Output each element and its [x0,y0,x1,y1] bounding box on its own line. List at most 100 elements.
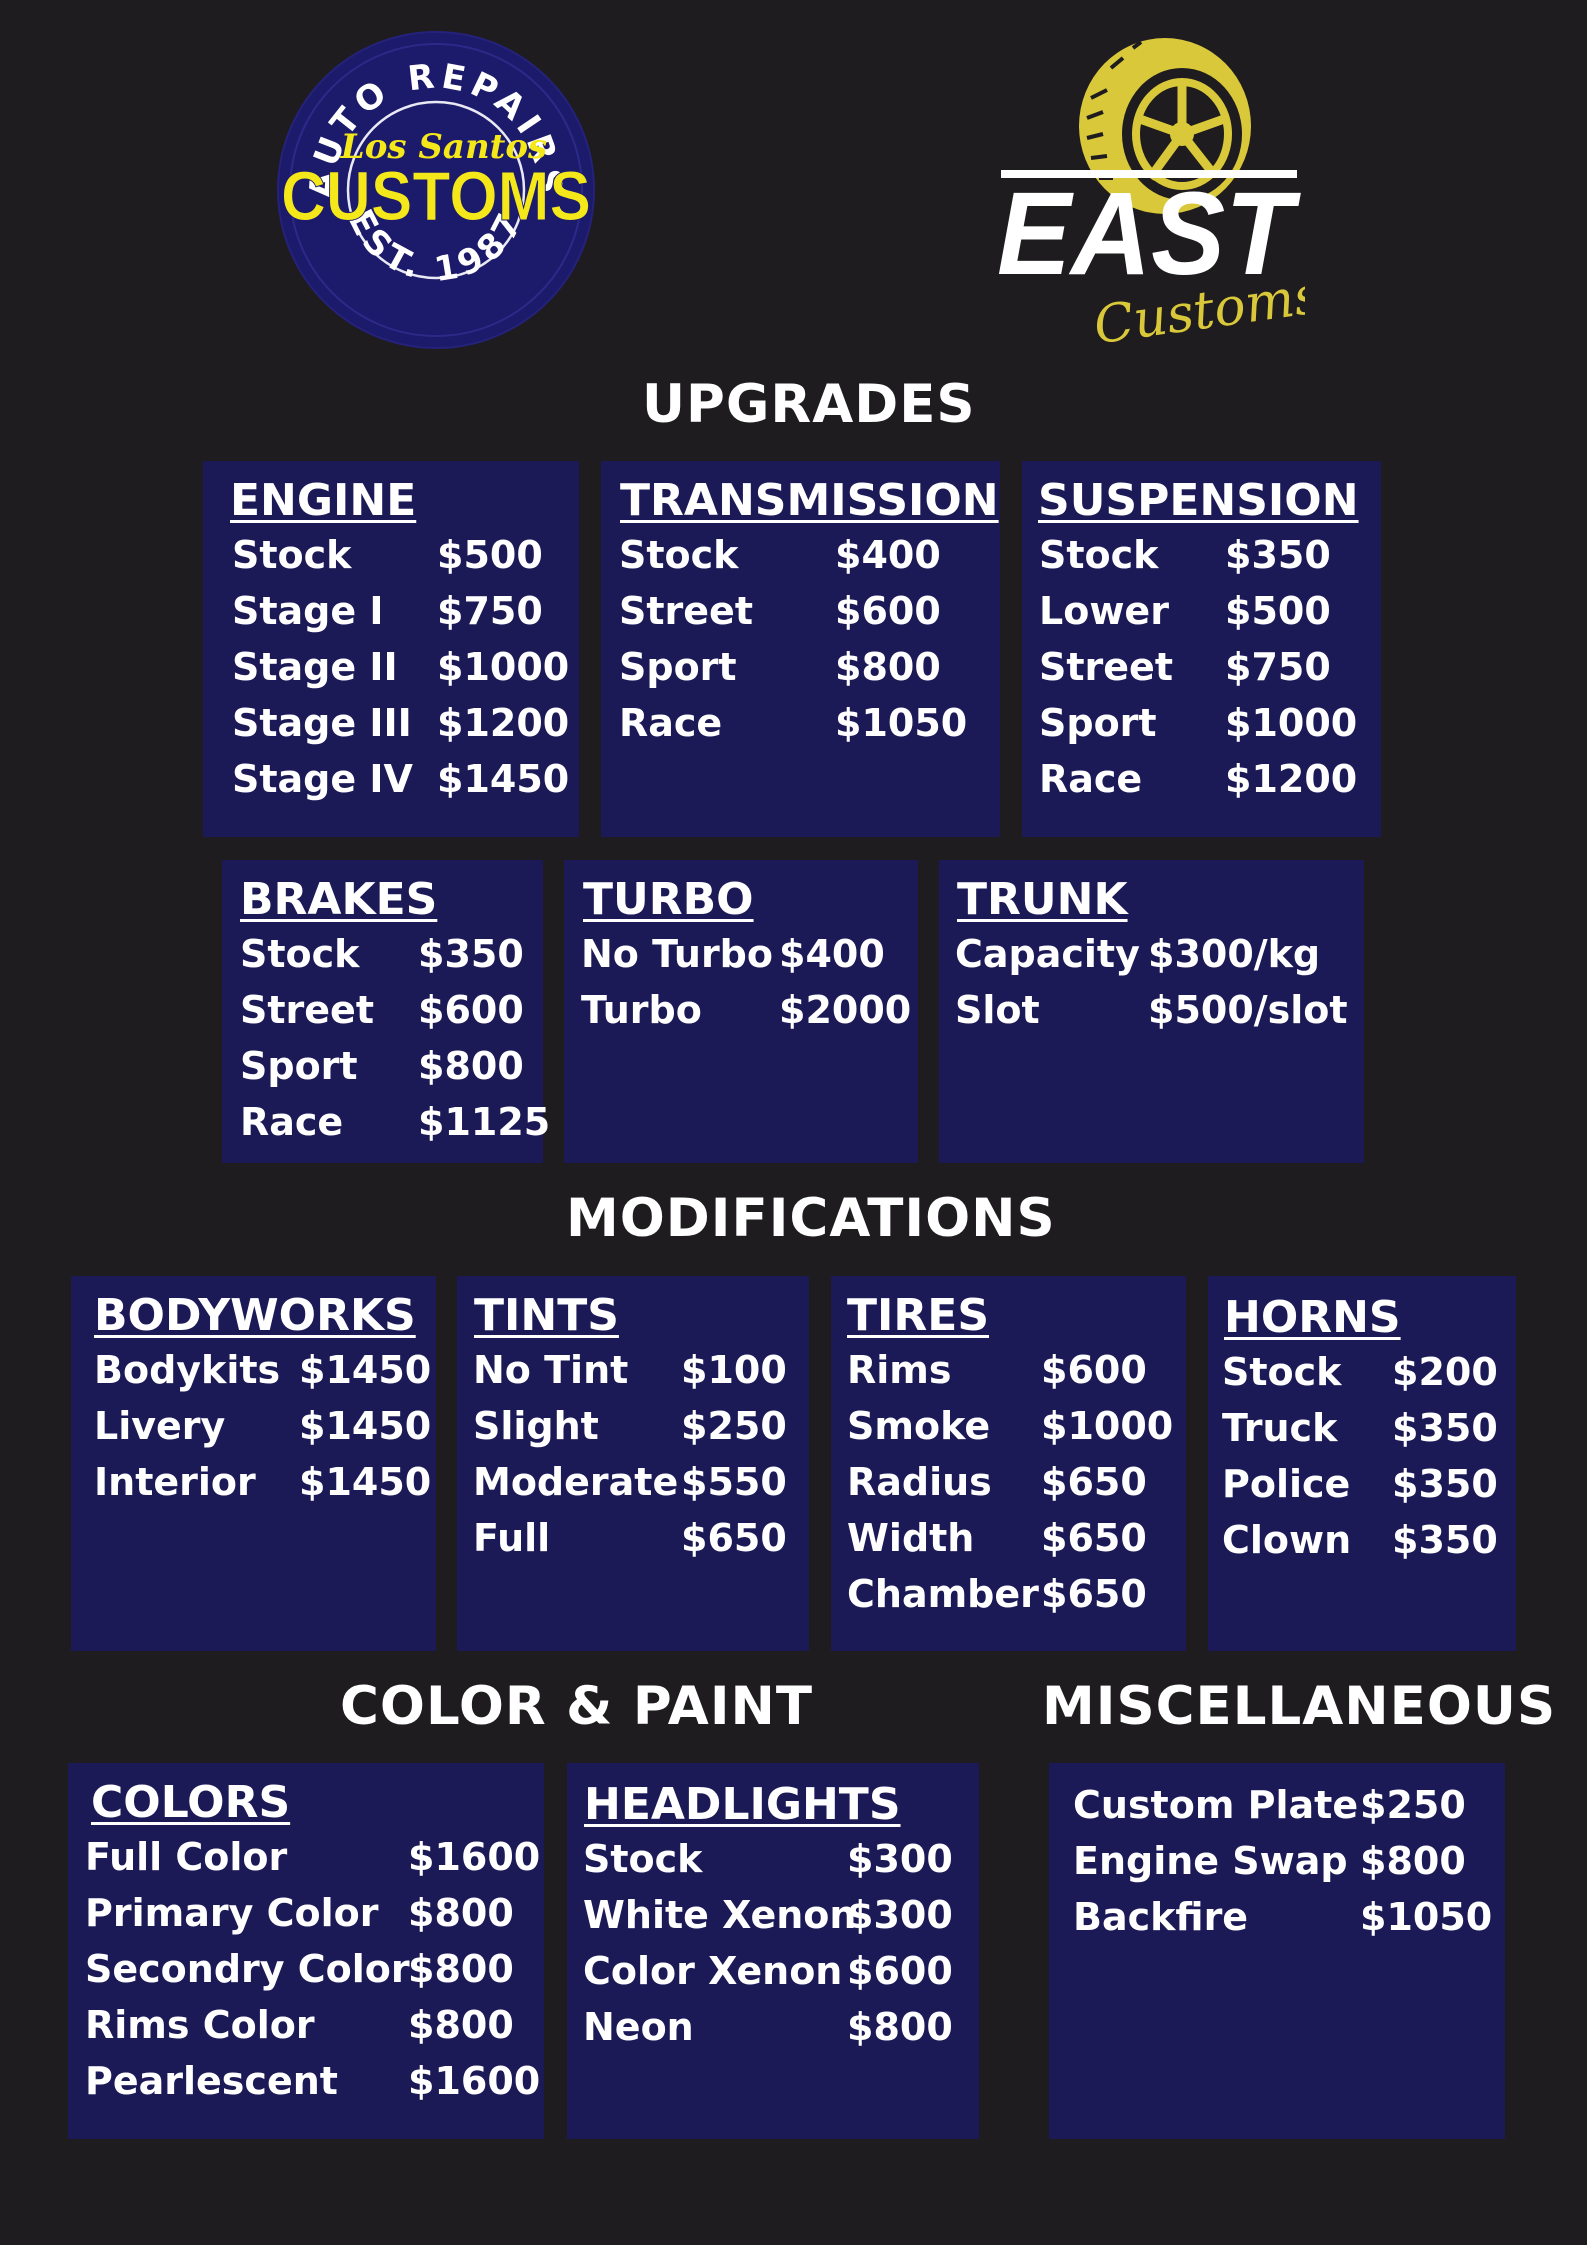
item-price: $200 [1392,1350,1498,1394]
item-price: $750 [437,589,543,633]
list-item: Sport $1000 [1022,701,1381,757]
item-label: Stock [583,1837,703,1881]
panel-title-bodyworks: BODYWORKS [94,1290,416,1341]
item-price: $650 [681,1516,787,1560]
item-price: $300/kg [1148,932,1321,976]
list-item: Stage I $750 [203,589,579,645]
list-item: Stock $300 [567,1837,979,1893]
item-price: $800 [408,2003,514,2047]
item-price: $800 [1360,1839,1466,1883]
panel-turbo: TURBO No Turbo $400 Turbo $2000 [564,860,918,1163]
item-label: Stage II [232,645,398,689]
item-price: $600 [1041,1348,1147,1392]
list-item: Engine Swap $800 [1049,1839,1505,1895]
item-label: Slight [473,1404,599,1448]
list-item: Stage IV $1450 [203,757,579,813]
item-label: Primary Color [85,1891,379,1935]
section-heading-miscellaneous: MISCELLANEOUS [1042,1676,1557,1737]
list-item: Race $1200 [1022,757,1381,813]
list-item: Stock $500 [203,533,579,589]
item-price: $1450 [299,1404,432,1448]
list-item: Turbo $2000 [564,988,918,1044]
list-item: Clown $350 [1208,1518,1516,1574]
panel-title-transmission: TRANSMISSION [620,475,999,526]
item-price: $800 [847,2005,953,2049]
east-customs-logo: EAST Customs [995,38,1325,356]
panel-tints: TINTS No Tint $100 Slight $250 Moderate $55… [457,1276,809,1651]
item-label: Interior [94,1460,256,1504]
item-label: Chamber [847,1572,1039,1616]
item-label: Race [240,1100,344,1144]
item-label: Neon [583,2005,694,2049]
item-label: Slot [955,988,1040,1032]
list-item: Slot $500/slot [939,988,1364,1044]
item-price: $300 [847,1893,953,1937]
list-item: White Xenon $300 [567,1893,979,1949]
item-label: Truck [1222,1406,1338,1450]
list-item: Bodykits $1450 [71,1348,436,1404]
list-item: Race $1125 [222,1100,550,1156]
item-label: Pearlescent [85,2059,338,2103]
list-item: Backfire $1050 [1049,1895,1505,1951]
item-price: $1450 [437,757,570,801]
panel-title-brakes: BRAKES [240,874,438,925]
item-price: $800 [408,1891,514,1935]
item-price: $800 [835,645,941,689]
item-label: Width [847,1516,975,1560]
list-item: Stock $350 [1022,533,1381,589]
list-item: Sport $800 [222,1044,543,1100]
item-label: Street [1039,645,1173,689]
item-label: Smoke [847,1404,991,1448]
item-label: Stock [619,533,739,577]
item-price: $500/slot [1148,988,1348,1032]
panel-title-colors: COLORS [91,1777,291,1828]
item-price: $600 [847,1949,953,1993]
item-label: No Tint [473,1348,629,1392]
item-label: Custom Plate [1073,1783,1359,1827]
panel-suspension: SUSPENSION Stock $350 Lower $500 Street $75… [1022,461,1381,837]
list-item: Capacity $300/kg [939,932,1364,988]
item-price: $750 [1225,645,1331,689]
panel-headlights: HEADLIGHTS Stock $300 White Xenon $300 Col… [567,1763,979,2139]
item-price: $1000 [437,645,570,689]
item-price: $350 [1392,1406,1498,1450]
list-item: Custom Plate $250 [1049,1783,1505,1839]
item-label: Clown [1222,1518,1352,1562]
item-label: Full Color [85,1835,288,1879]
list-item: Color Xenon $600 [567,1949,979,2005]
item-price: $650 [1041,1516,1147,1560]
item-price: $650 [1041,1572,1147,1616]
list-item: Stock $350 [222,932,543,988]
item-label: Sport [1039,701,1157,745]
item-price: $100 [681,1348,787,1392]
item-price: $500 [1225,589,1331,633]
item-price: $1000 [1041,1404,1174,1448]
list-item: Full $650 [457,1516,809,1572]
logo-wordmark: CUSTOMS [281,157,591,235]
item-price: $1000 [1225,701,1358,745]
list-item: Primary Color $800 [68,1891,544,1947]
item-label: Engine Swap [1073,1839,1348,1883]
item-price: $800 [418,1044,524,1088]
item-label: Color Xenon [583,1949,843,1993]
item-label: Stock [240,932,360,976]
item-price: $1600 [408,2059,541,2103]
item-price: $1050 [835,701,968,745]
item-price: $350 [418,932,524,976]
panel-tires: TIRES Rims $600 Smoke $1000 Radius $650 Wid… [831,1276,1186,1651]
list-item: Secondry Color $800 [68,1947,544,2003]
item-label: Rims [847,1348,952,1392]
item-label: Sport [240,1044,358,1088]
item-price: $600 [418,988,524,1032]
panel-title-tires: TIRES [847,1290,990,1341]
list-item: Stage II $1000 [203,645,579,701]
item-label: Stock [232,533,352,577]
list-item: Width $650 [831,1516,1186,1572]
item-label: Bodykits [94,1348,281,1392]
list-item: Moderate $550 [457,1460,809,1516]
panel-title-tints: TINTS [474,1290,619,1341]
item-label: Stage I [232,589,384,633]
list-item: No Tint $100 [457,1348,809,1404]
item-price: $1450 [299,1348,432,1392]
panel-brakes: BRAKES Stock $350 Street $600 Sport $800 Ra… [222,860,550,1163]
